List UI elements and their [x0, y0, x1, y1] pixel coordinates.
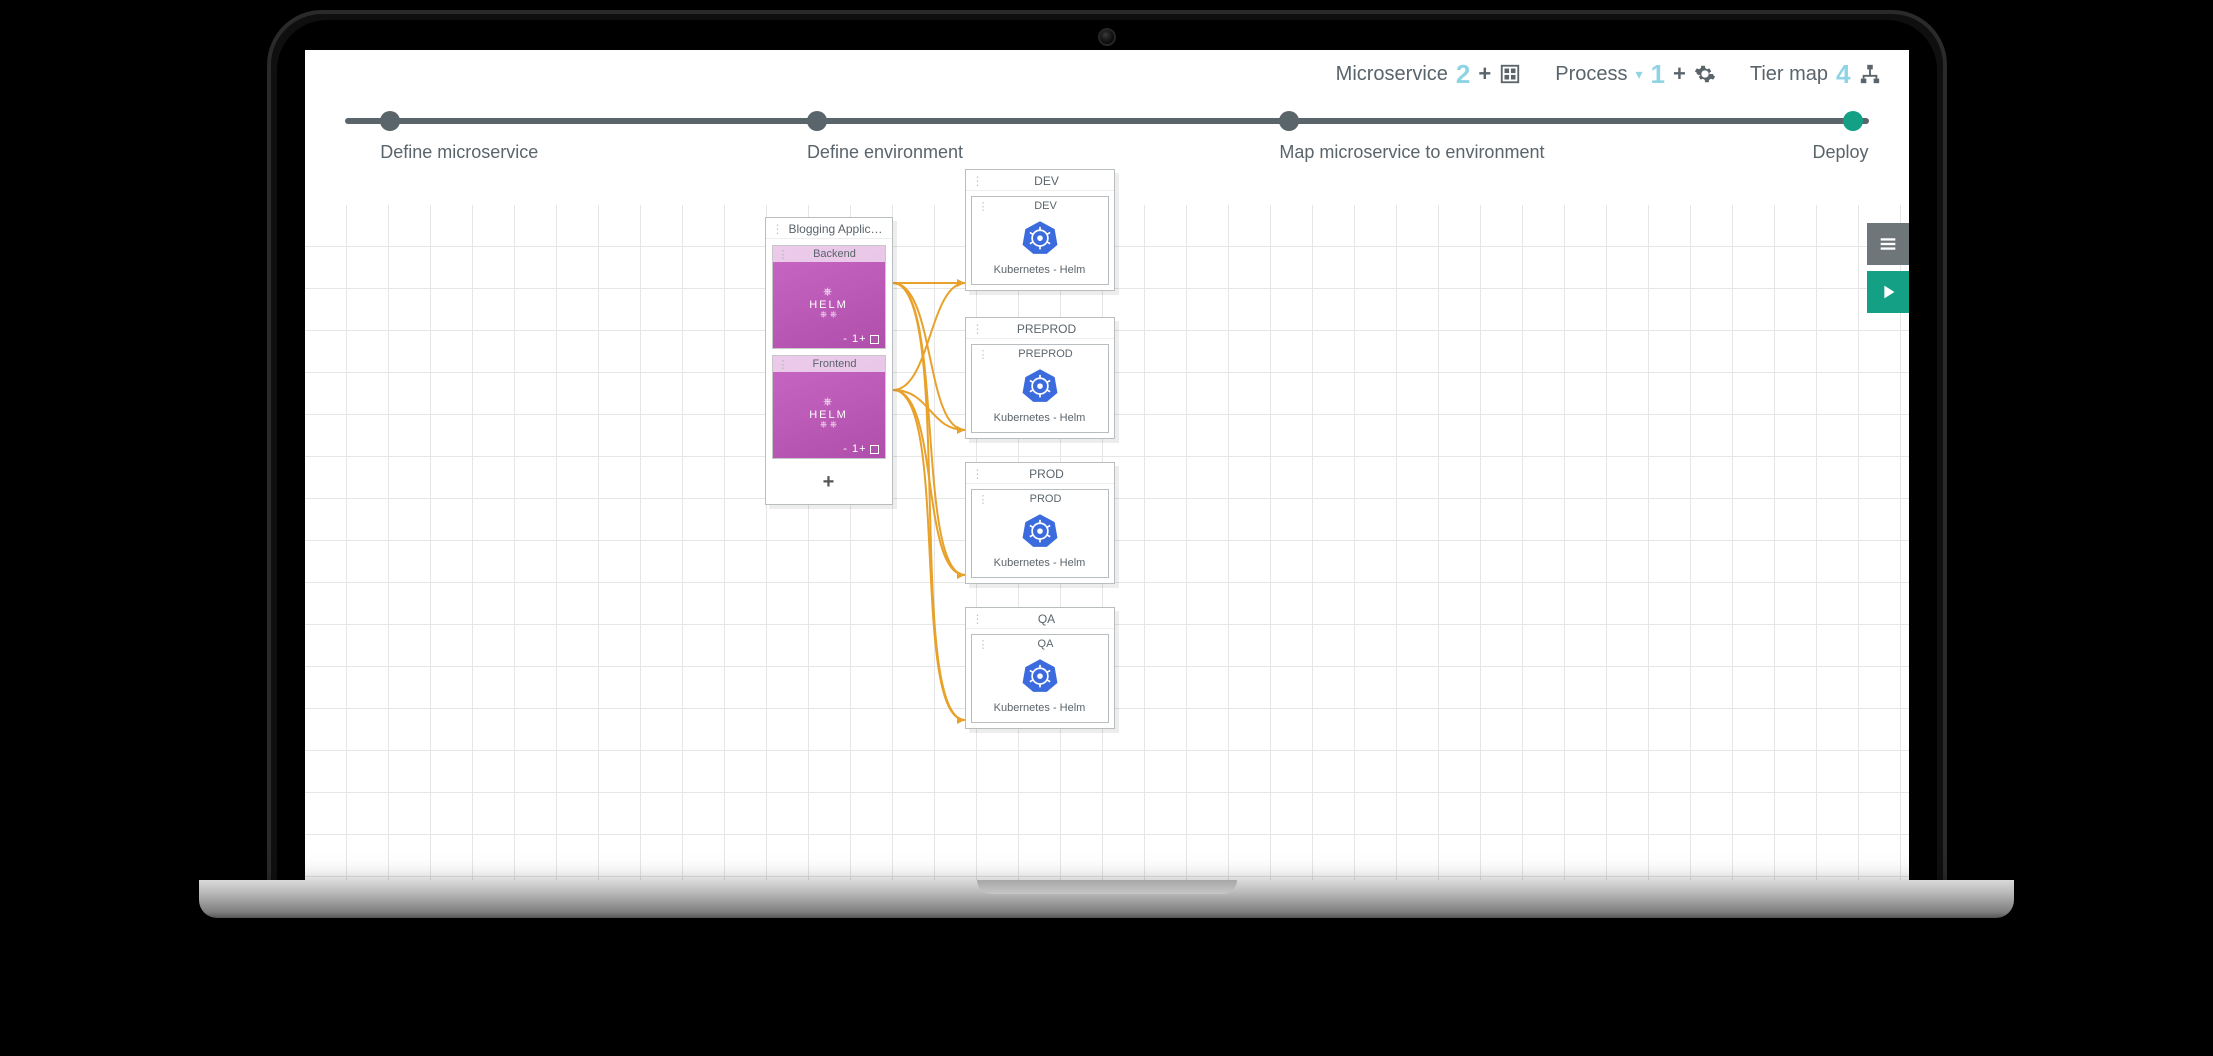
camera-icon [1098, 28, 1116, 46]
add-microservice-card[interactable]: + [766, 465, 892, 504]
microservice-card-header: ⋮Frontend [773, 356, 885, 372]
app-screen: Microservice 2 + Process ▾ 1 + Tier map [305, 50, 1909, 880]
stepper-label-1: Define environment [807, 142, 963, 163]
map-icon[interactable] [1859, 63, 1881, 85]
topbar-tiermap-count: 4 [1836, 59, 1850, 90]
microservice-group[interactable]: ⋮Blogging Applic… ⋮Backend⎈HELM⎈ ⎈- 1+⋮F… [765, 217, 893, 505]
helm-icon: ⎈HELM⎈ ⎈ [773, 286, 885, 320]
environment-platform: Kubernetes - Helm [972, 262, 1108, 278]
caret-down-icon: ▾ [1636, 66, 1643, 83]
environment-card-prod[interactable]: ⋮PROD ⋮PROD Kubernetes - Helm [965, 462, 1115, 584]
environment-card-dev[interactable]: ⋮DEV ⋮DEV Kubernetes - Helm [965, 169, 1115, 291]
top-bar: Microservice 2 + Process ▾ 1 + Tier map [305, 50, 1909, 98]
laptop-base [199, 880, 2013, 918]
helm-icon: ⎈HELM⎈ ⎈ [773, 396, 885, 430]
environment-group-title: ⋮PREPROD [966, 318, 1114, 339]
environment-row-preprod: ⋮PREPROD⋮PREPRODKubernetes - Helm+ [965, 365, 988, 391]
environment-card-qa[interactable]: ⋮QA ⋮QA Kubernetes - Helm [965, 607, 1115, 729]
microservice-group-title: ⋮Blogging Applic… [766, 218, 892, 239]
stepper-label-2: Map microservice to environment [1279, 142, 1544, 163]
topbar-microservice[interactable]: Microservice 2 + [1336, 59, 1522, 90]
kubernetes-icon [1022, 512, 1058, 548]
environment-row-qa: ⋮QA⋮QAKubernetes - Helm+ [965, 655, 988, 681]
add-microservice-icon[interactable]: + [1478, 61, 1491, 87]
stepper-label-0: Define microservice [380, 142, 538, 163]
topbar-tiermap-label: Tier map [1750, 63, 1828, 86]
environment-name: ⋮PROD [972, 490, 1108, 508]
stepper-label-3: Deploy [1812, 142, 1868, 163]
grid-icon[interactable] [1499, 63, 1521, 85]
side-play-button[interactable] [1867, 271, 1909, 313]
stepper: Define microservice Define environment Map… [305, 108, 1909, 166]
environment-inner[interactable]: ⋮PREPROD Kubernetes - Helm [971, 344, 1109, 433]
stepper-dot-0[interactable] [380, 111, 400, 131]
environment-inner[interactable]: ⋮DEV Kubernetes - Helm [971, 196, 1109, 285]
topbar-microservice-count: 2 [1456, 59, 1470, 90]
topbar-tiermap[interactable]: Tier map 4 [1750, 59, 1881, 90]
stepper-dot-2[interactable] [1279, 111, 1299, 131]
play-icon [1877, 281, 1899, 303]
add-process-icon[interactable]: + [1673, 61, 1686, 87]
environment-platform: Kubernetes - Helm [972, 700, 1108, 716]
environment-name: ⋮QA [972, 635, 1108, 653]
environment-row-prod: ⋮PROD⋮PRODKubernetes - Helm+ [965, 510, 988, 536]
environment-group-title: ⋮PROD [966, 463, 1114, 484]
kubernetes-icon [1022, 219, 1058, 255]
kubernetes-icon [1022, 657, 1058, 693]
menu-icon [1877, 233, 1899, 255]
environment-row-dev: ⋮DEV⋮DEVKubernetes - Helm+ [965, 217, 988, 243]
topbar-process[interactable]: Process ▾ 1 + [1555, 59, 1716, 90]
topbar-process-label: Process [1555, 63, 1627, 86]
environment-card-preprod[interactable]: ⋮PREPROD ⋮PREPROD Kubernetes - Helm [965, 317, 1115, 439]
microservice-card-frontend[interactable]: ⋮Frontend ⎈HELM⎈ ⎈ - 1+ [772, 355, 886, 459]
environment-name: ⋮DEV [972, 197, 1108, 215]
gear-icon[interactable] [1694, 63, 1716, 85]
laptop-frame: Microservice 2 + Process ▾ 1 + Tier map [267, 10, 1947, 918]
environment-name: ⋮PREPROD [972, 345, 1108, 363]
topbar-process-count: 1 [1651, 59, 1665, 90]
stepper-dot-3[interactable] [1843, 111, 1863, 131]
canvas[interactable]: ⋮Blogging Applic… ⋮Backend⎈HELM⎈ ⎈- 1+⋮F… [305, 205, 1909, 880]
environment-inner[interactable]: ⋮QA Kubernetes - Helm [971, 634, 1109, 723]
environment-inner[interactable]: ⋮PROD Kubernetes - Helm [971, 489, 1109, 578]
kubernetes-icon [1022, 367, 1058, 403]
topbar-microservice-label: Microservice [1336, 63, 1448, 86]
environment-group-title: ⋮QA [966, 608, 1114, 629]
microservice-card-header: ⋮Backend [773, 246, 885, 262]
environment-platform: Kubernetes - Helm [972, 410, 1108, 426]
environment-platform: Kubernetes - Helm [972, 555, 1108, 571]
microservice-card-footer: - 1+ [843, 443, 878, 455]
microservice-card-backend[interactable]: ⋮Backend ⎈HELM⎈ ⎈ - 1+ [772, 245, 886, 349]
microservice-card-footer: - 1+ [843, 333, 878, 345]
environment-group-title: ⋮DEV [966, 170, 1114, 191]
stepper-dot-1[interactable] [807, 111, 827, 131]
side-menu-button[interactable] [1867, 223, 1909, 265]
stepper-track [345, 118, 1869, 124]
